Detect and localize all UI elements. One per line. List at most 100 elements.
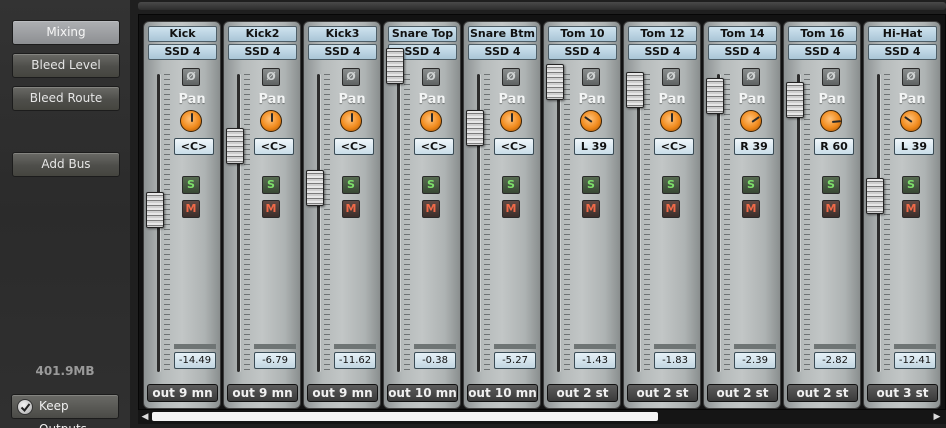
volume-fader[interactable] — [386, 48, 404, 84]
solo-button[interactable]: S — [502, 176, 520, 194]
channel-name[interactable]: Tom 10 — [548, 26, 617, 42]
level-readout[interactable]: -0.38 — [414, 352, 456, 369]
output-selector[interactable]: out 2 st — [707, 384, 778, 402]
level-readout[interactable]: -11.62 — [334, 352, 376, 369]
output-selector[interactable]: out 3 st — [867, 384, 938, 402]
mute-button[interactable]: M — [342, 200, 360, 218]
pan-value[interactable]: <C> — [654, 138, 694, 155]
pan-value[interactable]: <C> — [334, 138, 374, 155]
pan-knob[interactable] — [740, 110, 762, 132]
volume-fader[interactable] — [626, 72, 644, 108]
output-selector[interactable]: out 9 mn — [307, 384, 378, 402]
horizontal-scrollbar[interactable]: ◀ ▶ — [138, 410, 946, 424]
level-readout[interactable]: -1.83 — [654, 352, 696, 369]
phase-invert-button[interactable]: Ø — [582, 68, 600, 86]
pan-knob[interactable] — [500, 110, 522, 132]
volume-fader[interactable] — [786, 82, 804, 118]
mixing-button[interactable]: Mixing — [12, 20, 120, 45]
phase-invert-button[interactable]: Ø — [822, 68, 840, 86]
phase-invert-button[interactable]: Ø — [502, 68, 520, 86]
mute-button[interactable]: M — [662, 200, 680, 218]
phase-invert-button[interactable]: Ø — [262, 68, 280, 86]
mute-button[interactable]: M — [502, 200, 520, 218]
volume-fader[interactable] — [866, 178, 884, 214]
output-selector[interactable]: out 10 mn — [467, 384, 538, 402]
channel-source[interactable]: SSD 4 — [548, 44, 617, 60]
channel-source[interactable]: SSD 4 — [628, 44, 697, 60]
output-selector[interactable]: out 2 st — [547, 384, 618, 402]
output-selector[interactable]: out 2 st — [627, 384, 698, 402]
solo-button[interactable]: S — [342, 176, 360, 194]
pan-knob[interactable] — [900, 110, 922, 132]
channel-name[interactable]: Snare Top — [388, 26, 457, 42]
scroll-right-icon[interactable]: ▶ — [932, 412, 942, 422]
channel-name[interactable]: Kick3 — [308, 26, 377, 42]
pan-knob[interactable] — [660, 110, 682, 132]
volume-fader[interactable] — [546, 64, 564, 100]
channel-source[interactable]: SSD 4 — [788, 44, 857, 60]
solo-button[interactable]: S — [662, 176, 680, 194]
pan-value[interactable]: <C> — [254, 138, 294, 155]
level-readout[interactable]: -6.79 — [254, 352, 296, 369]
channel-source[interactable]: SSD 4 — [308, 44, 377, 60]
channel-name[interactable]: Hi-Hat — [868, 26, 937, 42]
level-readout[interactable]: -12.41 — [894, 352, 936, 369]
volume-fader[interactable] — [146, 192, 164, 228]
volume-fader[interactable] — [466, 110, 484, 146]
level-readout[interactable]: -1.43 — [574, 352, 616, 369]
output-selector[interactable]: out 2 st — [787, 384, 858, 402]
bleed-level-button[interactable]: Bleed Level — [12, 53, 120, 78]
volume-fader[interactable] — [306, 170, 324, 206]
solo-button[interactable]: S — [742, 176, 760, 194]
pan-value[interactable]: R 60 — [814, 138, 854, 155]
channel-name[interactable]: Tom 16 — [788, 26, 857, 42]
pan-knob[interactable] — [260, 110, 282, 132]
phase-invert-button[interactable]: Ø — [342, 68, 360, 86]
pan-value[interactable]: R 39 — [734, 138, 774, 155]
channel-source[interactable]: SSD 4 — [868, 44, 937, 60]
output-selector[interactable]: out 9 mn — [147, 384, 218, 402]
mute-button[interactable]: M — [902, 200, 920, 218]
pan-knob[interactable] — [820, 110, 842, 132]
pan-knob[interactable] — [180, 110, 202, 132]
mute-button[interactable]: M — [182, 200, 200, 218]
level-readout[interactable]: -5.27 — [494, 352, 536, 369]
output-selector[interactable]: out 9 mn — [227, 384, 298, 402]
pan-value[interactable]: <C> — [494, 138, 534, 155]
pan-value[interactable]: <C> — [414, 138, 454, 155]
pan-knob[interactable] — [420, 110, 442, 132]
level-readout[interactable]: -14.49 — [174, 352, 216, 369]
level-readout[interactable]: -2.82 — [814, 352, 856, 369]
mute-button[interactable]: M — [822, 200, 840, 218]
pan-value[interactable]: <C> — [174, 138, 214, 155]
solo-button[interactable]: S — [262, 176, 280, 194]
output-selector[interactable]: out 10 mn — [387, 384, 458, 402]
keep-outputs-toggle[interactable]: Keep Outputs — [11, 394, 119, 428]
channel-source[interactable]: SSD 4 — [228, 44, 297, 60]
channel-name[interactable]: Tom 12 — [628, 26, 697, 42]
mute-button[interactable]: M — [262, 200, 280, 218]
solo-button[interactable]: S — [422, 176, 440, 194]
channel-source[interactable]: SSD 4 — [708, 44, 777, 60]
pan-knob[interactable] — [340, 110, 362, 132]
mute-button[interactable]: M — [422, 200, 440, 218]
channel-name[interactable]: Tom 14 — [708, 26, 777, 42]
mute-button[interactable]: M — [582, 200, 600, 218]
scroll-left-icon[interactable]: ◀ — [140, 412, 150, 422]
pan-value[interactable]: L 39 — [894, 138, 934, 155]
scrollbar-thumb[interactable] — [152, 412, 658, 421]
volume-fader[interactable] — [706, 78, 724, 114]
phase-invert-button[interactable]: Ø — [182, 68, 200, 86]
add-bus-button[interactable]: Add Bus — [12, 152, 120, 177]
channel-name[interactable]: Kick — [148, 26, 217, 42]
phase-invert-button[interactable]: Ø — [662, 68, 680, 86]
solo-button[interactable]: S — [902, 176, 920, 194]
phase-invert-button[interactable]: Ø — [742, 68, 760, 86]
solo-button[interactable]: S — [822, 176, 840, 194]
solo-button[interactable]: S — [582, 176, 600, 194]
level-readout[interactable]: -2.39 — [734, 352, 776, 369]
mute-button[interactable]: M — [742, 200, 760, 218]
channel-name[interactable]: Snare Btm — [468, 26, 537, 42]
channel-name[interactable]: Kick2 — [228, 26, 297, 42]
pan-value[interactable]: L 39 — [574, 138, 614, 155]
